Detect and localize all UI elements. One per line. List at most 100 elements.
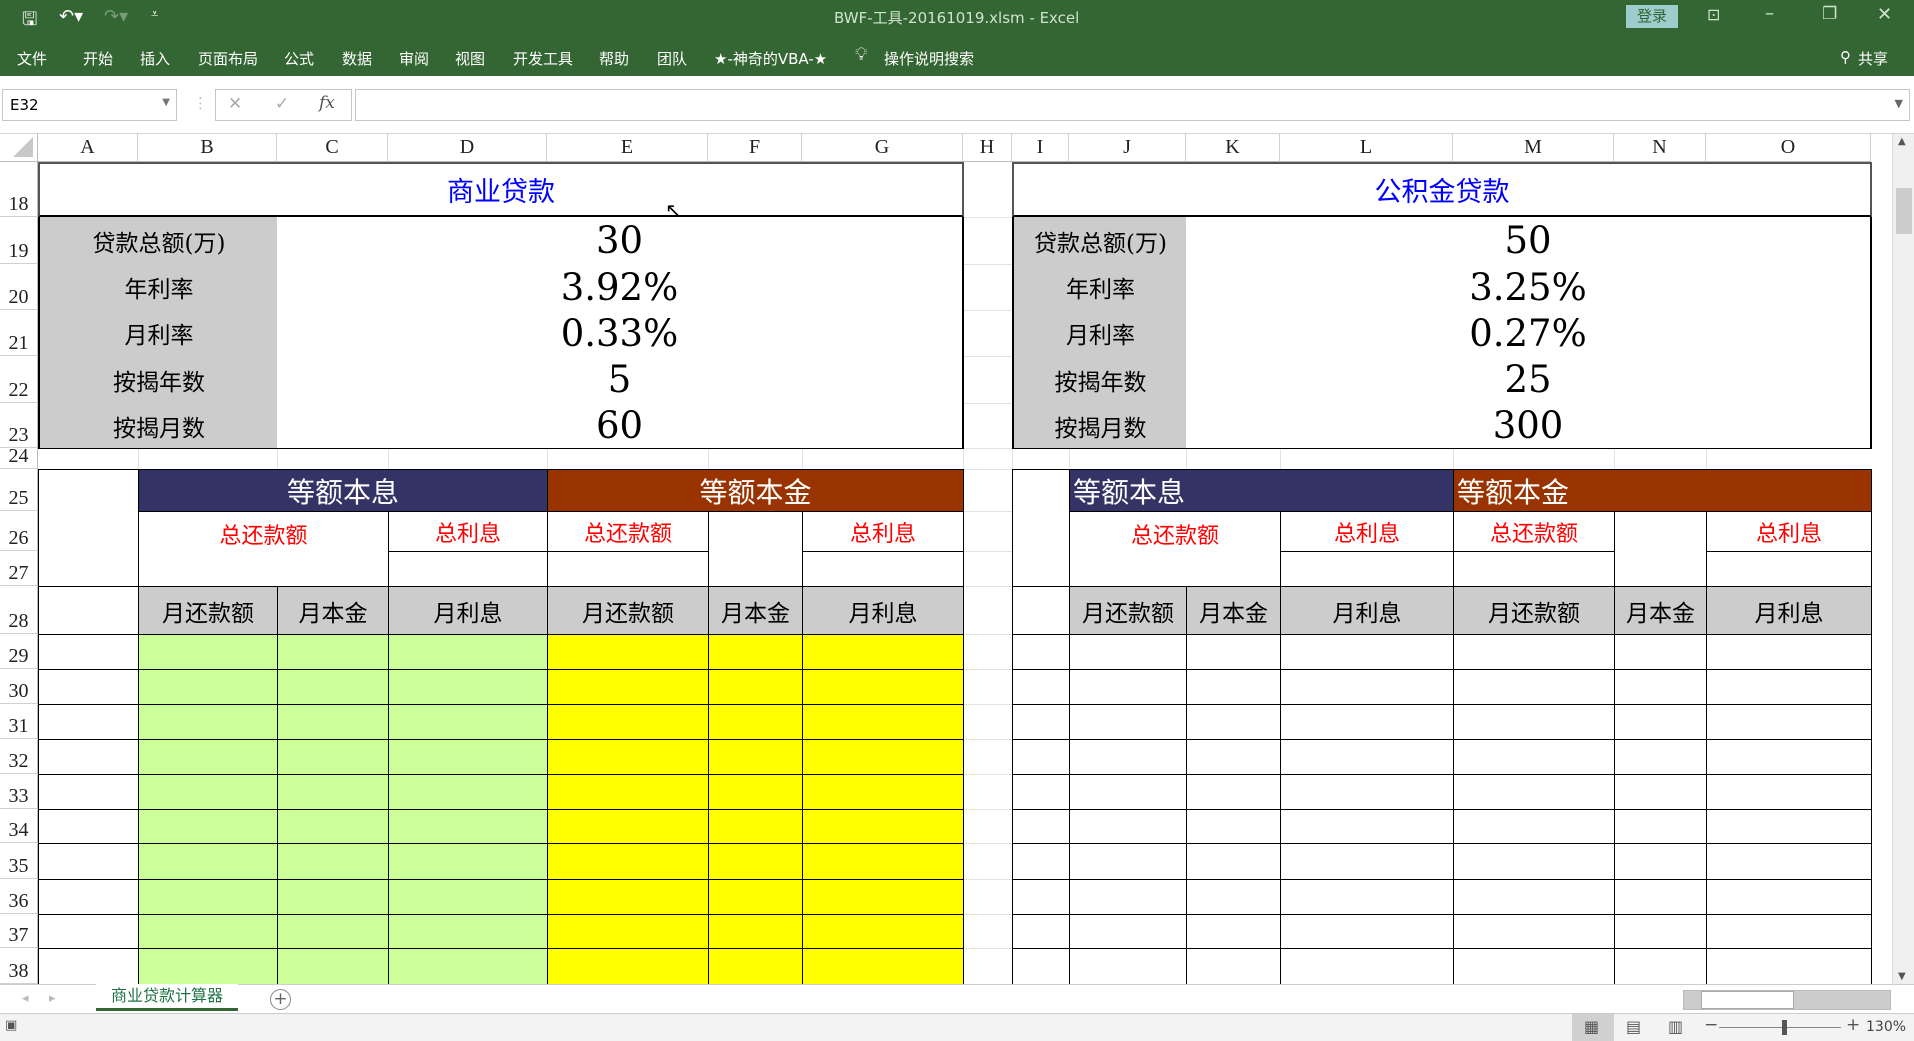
left-data-cell[interactable] [547, 914, 709, 949]
right-data-cell[interactable] [1453, 914, 1615, 949]
right-cell[interactable] [1012, 704, 1070, 740]
left-data-cell[interactable] [388, 809, 548, 844]
right-data-cell[interactable] [1186, 634, 1281, 670]
right-data-cell[interactable] [1280, 948, 1454, 985]
right-cell[interactable] [1012, 843, 1070, 880]
right-data-cell[interactable] [1186, 948, 1281, 985]
right-data-cell[interactable] [1280, 809, 1454, 844]
zoom-in-icon[interactable]: + [1846, 1015, 1860, 1035]
right-data-cell[interactable] [1706, 669, 1872, 705]
column-header-B[interactable]: B [138, 134, 277, 162]
right-data-cell[interactable] [1614, 739, 1707, 775]
right-total-interest-1-value[interactable] [1280, 551, 1454, 587]
column-header-C[interactable]: C [277, 134, 388, 162]
right-data-cell[interactable] [1453, 809, 1615, 844]
right-data-cell[interactable] [1614, 914, 1707, 949]
share-button[interactable]: 共享 [1858, 48, 1888, 69]
right-data-cell[interactable] [1069, 948, 1187, 985]
zoom-out-icon[interactable]: − [1704, 1015, 1718, 1035]
row-header-20[interactable]: 20 [0, 264, 38, 310]
left-cell[interactable] [38, 739, 139, 775]
left-cell[interactable] [38, 914, 139, 949]
right-data-cell[interactable] [1453, 634, 1615, 670]
tab-view[interactable]: 视图 [455, 48, 485, 69]
restore-icon[interactable]: ❐ [1822, 4, 1837, 24]
left-cell[interactable] [38, 704, 139, 740]
right-data-cell[interactable] [1069, 774, 1187, 810]
left-data-cell[interactable] [388, 634, 548, 670]
row-header-31[interactable]: 31 [0, 704, 38, 739]
close-icon[interactable]: ✕ [1877, 4, 1892, 25]
left-cell[interactable] [38, 669, 139, 705]
left-data-cell[interactable] [547, 809, 709, 844]
left-data-cell[interactable] [138, 879, 278, 915]
right-total-interest-1[interactable]: 总利息 [1280, 511, 1454, 552]
right-cell[interactable] [1012, 914, 1070, 949]
left-data-cell[interactable] [802, 879, 964, 915]
right-data-cell[interactable] [1453, 879, 1615, 915]
right-data-cell[interactable] [1186, 669, 1281, 705]
right-total-payment-2-value[interactable] [1453, 551, 1615, 587]
right-data-cell[interactable] [1069, 879, 1187, 915]
left-data-cell[interactable] [277, 774, 389, 810]
left-total-interest-1-value[interactable] [388, 551, 548, 587]
left-data-cell[interactable] [802, 669, 964, 705]
left-data-cell[interactable] [388, 843, 548, 880]
right-data-cell[interactable] [1280, 704, 1454, 740]
left-data-cell[interactable] [708, 914, 803, 949]
right-data-cell[interactable] [1069, 739, 1187, 775]
left-data-cell[interactable] [547, 879, 709, 915]
column-header-F[interactable]: F [708, 134, 802, 162]
login-button[interactable]: 登录 [1626, 5, 1678, 28]
left-data-cell[interactable] [138, 774, 278, 810]
row-header-27[interactable]: 27 [0, 551, 38, 586]
right-data-cell[interactable] [1280, 634, 1454, 670]
row-header-37[interactable]: 37 [0, 914, 38, 948]
right-data-cell[interactable] [1706, 774, 1872, 810]
minimize-icon[interactable]: – [1765, 3, 1774, 24]
left-data-cell[interactable] [138, 948, 278, 985]
enter-icon[interactable]: ✓ [275, 94, 289, 114]
right-total-interest-2-value[interactable] [1706, 551, 1872, 587]
select-all-button[interactable] [0, 134, 38, 162]
left-data-cell[interactable] [138, 669, 278, 705]
right-data-cell[interactable] [1069, 914, 1187, 949]
left-data-cell[interactable] [708, 809, 803, 844]
scroll-down-icon[interactable]: ▼ [1898, 971, 1906, 982]
horizontal-scrollbar[interactable] [1683, 990, 1891, 1010]
left-cell[interactable] [38, 948, 139, 985]
left-total-interest-2-value[interactable] [802, 551, 964, 587]
chevron-down-icon[interactable]: ▼ [162, 97, 170, 108]
right-data-cell[interactable] [1706, 634, 1872, 670]
tab-team[interactable]: 团队 [657, 48, 687, 69]
right-data-cell[interactable] [1614, 669, 1707, 705]
row-header-33[interactable]: 33 [0, 774, 38, 809]
left-data-cell[interactable] [708, 739, 803, 775]
right-cell[interactable] [1012, 948, 1070, 985]
row-header-25[interactable]: 25 [0, 469, 38, 511]
row-header-29[interactable]: 29 [0, 634, 38, 669]
right-data-cell[interactable] [1614, 843, 1707, 880]
customize-qat-icon[interactable]: ⩡ [151, 7, 158, 22]
page-layout-view-icon[interactable]: ▤ [1626, 1017, 1641, 1036]
left-value-4[interactable]: 60 [277, 403, 962, 448]
right-total-interest-2[interactable]: 总利息 [1706, 511, 1872, 552]
right-total-payment-2[interactable]: 总还款额 [1453, 511, 1615, 552]
right-data-cell[interactable] [1069, 634, 1187, 670]
left-cell[interactable] [38, 774, 139, 810]
left-data-cell[interactable] [547, 704, 709, 740]
left-data-cell[interactable] [802, 704, 964, 740]
left-data-cell[interactable] [277, 704, 389, 740]
left-data-cell[interactable] [547, 774, 709, 810]
left-data-cell[interactable] [388, 739, 548, 775]
right-data-cell[interactable] [1614, 634, 1707, 670]
left-value-2[interactable]: 0.33% [277, 310, 962, 356]
left-data-cell[interactable] [547, 669, 709, 705]
left-data-cell[interactable] [547, 634, 709, 670]
left-data-cell[interactable] [802, 809, 964, 844]
row-header-22[interactable]: 22 [0, 356, 38, 403]
column-header-O[interactable]: O [1706, 134, 1871, 162]
left-cell[interactable] [38, 634, 139, 670]
scroll-up-icon[interactable]: ▲ [1898, 136, 1906, 147]
left-data-cell[interactable] [802, 914, 964, 949]
